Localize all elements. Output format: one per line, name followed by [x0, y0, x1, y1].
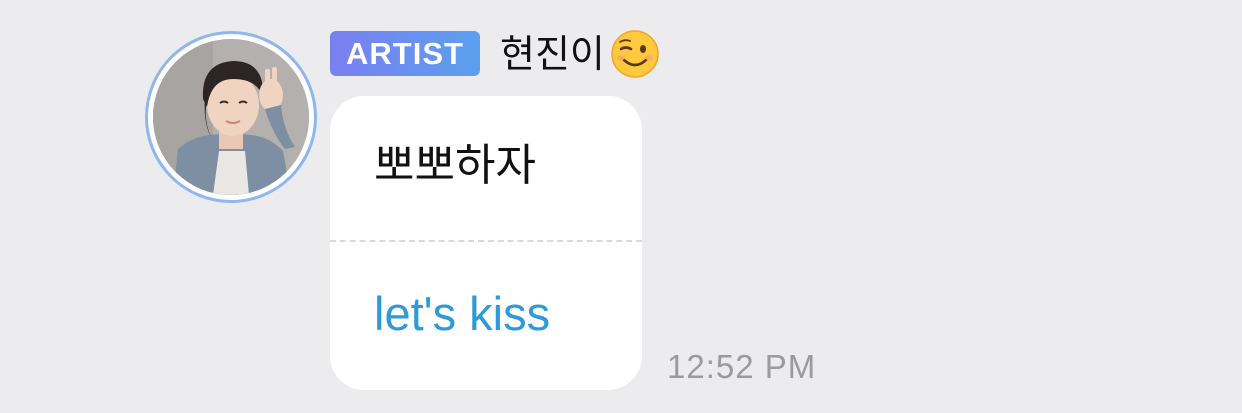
message-timestamp: 12:52 PM [667, 348, 817, 385]
original-message-text: 뽀뽀하자 [374, 140, 536, 191]
avatar[interactable] [153, 39, 309, 195]
sender-name[interactable]: 현진이 [500, 28, 661, 80]
avatar-photo [153, 39, 309, 195]
translation-divider [330, 240, 642, 242]
chat-message: ARTIST 현진이 뽀뽀하자 let's kiss 12:52 PM [0, 0, 1242, 413]
winking-face-icon [609, 28, 661, 80]
message-bubble[interactable]: 뽀뽀하자 let's kiss [330, 96, 642, 390]
avatar-ring[interactable] [145, 31, 317, 203]
translated-message-text: let's kiss [374, 287, 551, 340]
sender-name-text: 현진이 [500, 32, 605, 76]
artist-badge: ARTIST [330, 31, 480, 76]
